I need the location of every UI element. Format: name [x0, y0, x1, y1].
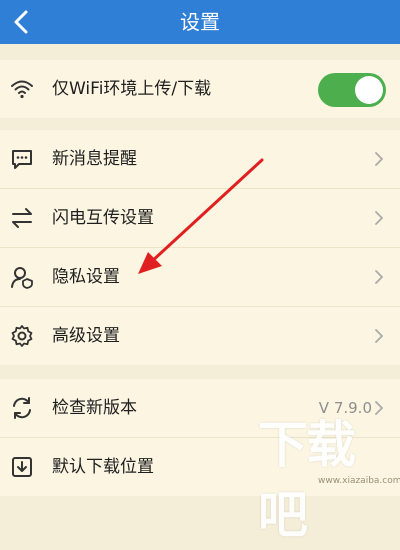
chevron-right-icon [372, 328, 386, 344]
download-box-icon [10, 455, 34, 479]
watermark-logo: 下载吧 [258, 416, 356, 544]
settings-item-new-message[interactable]: 新消息提醒 [0, 130, 400, 188]
wifi-only-toggle[interactable] [318, 73, 386, 107]
settings-item-label: 默认下载位置 [52, 457, 154, 477]
chevron-right-icon [372, 151, 386, 167]
settings-item-label: 闪电互传设置 [52, 208, 154, 228]
swap-arrows-icon [10, 206, 34, 230]
chevron-right-icon [372, 269, 386, 285]
toggle-knob [355, 76, 383, 104]
wifi-only-label: 仅WiFi环境上传/下载 [52, 79, 212, 99]
chevron-right-icon [372, 210, 386, 226]
settings-item-label: 新消息提醒 [52, 149, 137, 169]
settings-item-label: 高级设置 [52, 326, 120, 346]
page-title: 设置 [180, 10, 220, 34]
gear-icon [10, 324, 34, 348]
wifi-only-row[interactable]: 仅WiFi环境上传/下载 [0, 60, 400, 118]
settings-item-label: 隐私设置 [52, 267, 120, 287]
settings-item-label: 检查新版本 [52, 398, 137, 418]
refresh-icon [10, 396, 34, 420]
settings-item-flash-transfer[interactable]: 闪电互传设置 [0, 189, 400, 247]
wifi-icon [10, 77, 34, 101]
settings-item-privacy[interactable]: 隐私设置 [0, 248, 400, 306]
title-bar: 设置 [0, 0, 400, 44]
chat-bubble-icon [10, 147, 34, 171]
watermark-url: www.xiazaiba.com [318, 476, 400, 486]
user-shield-icon [10, 265, 34, 289]
settings-item-advanced[interactable]: 高级设置 [0, 307, 400, 365]
